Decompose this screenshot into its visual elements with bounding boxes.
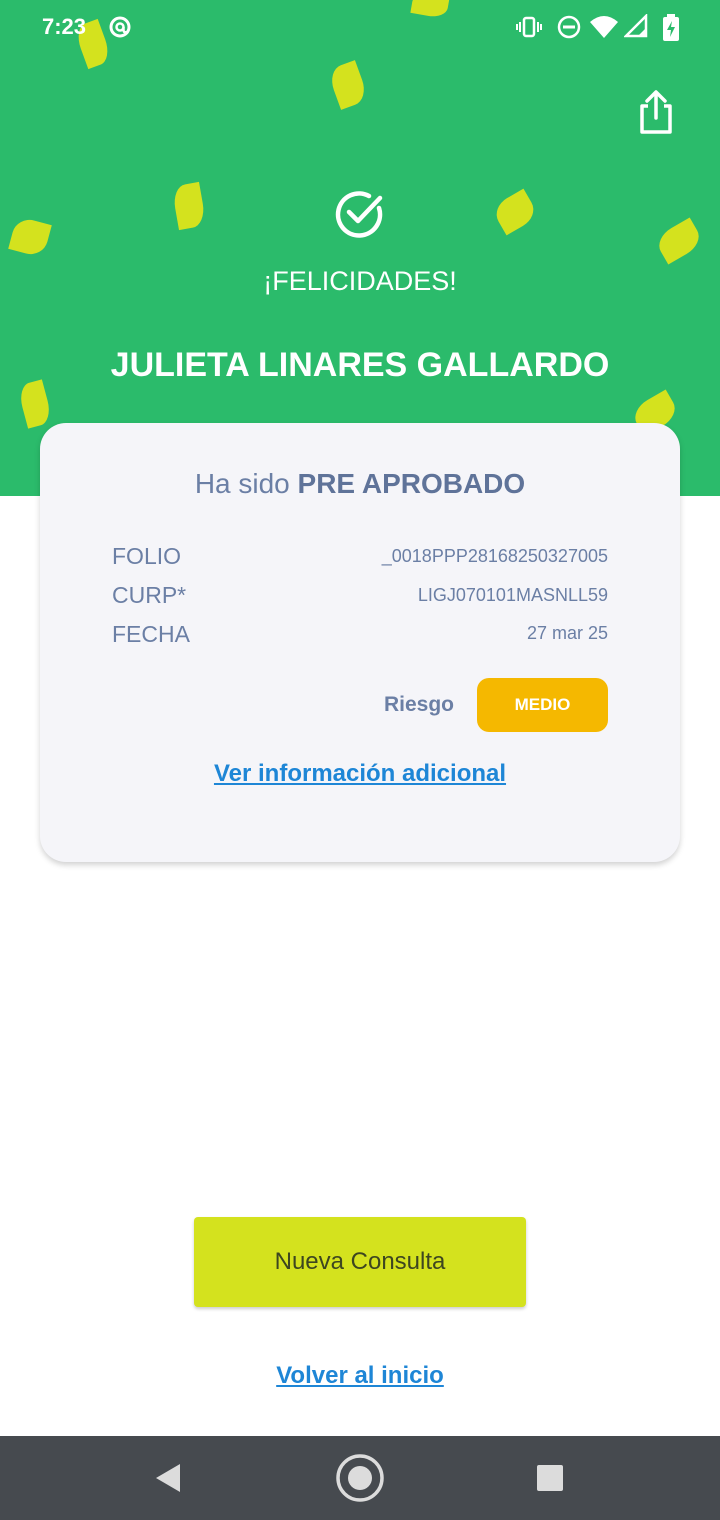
back-icon[interactable] [146, 1456, 190, 1500]
title-prefix: Ha sido [194, 468, 290, 499]
leaf-decoration [653, 217, 705, 265]
risk-label: Riesgo [384, 693, 455, 716]
curp-value: LIGJ070101MASNLL59 [417, 585, 608, 605]
home-icon[interactable] [334, 1452, 386, 1504]
leaf-decoration [8, 215, 52, 259]
battery-charging-icon [663, 14, 679, 41]
status-time: 7:23 [42, 14, 87, 39]
wifi-icon [590, 16, 618, 38]
congrats-heading: ¡FELICIDADES! [263, 266, 457, 296]
status-bar: 7:23 [0, 0, 720, 56]
back-home-link[interactable]: Volver al inicio [276, 1362, 444, 1389]
check-circle-icon [335, 191, 383, 238]
additional-info-link[interactable]: Ver información adicional [214, 760, 506, 787]
vibrate-icon [516, 16, 542, 38]
folio-value: _0018PPP28168250327005 [381, 546, 608, 566]
header-banner: 7:23 ¡FELICIDADES! JULIETA LINARES GALLA… [0, 0, 720, 496]
home-link-wrapper: Volver al inicio [0, 1362, 720, 1390]
new-query-button[interactable]: Nueva Consulta [194, 1217, 526, 1307]
info-link-wrapper: Ver información adicional [40, 760, 680, 788]
signal-icon [624, 14, 648, 38]
system-nav-bar [0, 1436, 720, 1520]
date-label: FECHA [112, 621, 190, 647]
do-not-disturb-icon [557, 15, 581, 39]
risk-badge: MEDIO [477, 678, 608, 732]
card-title: Ha sido PRE APROBADO [40, 468, 680, 500]
applicant-name: JULIETA LINARES GALLARDO [110, 346, 610, 384]
recents-icon[interactable] [528, 1456, 572, 1500]
leaf-decoration [171, 181, 207, 231]
leaf-decoration [490, 188, 540, 236]
folio-label: FOLIO [112, 543, 182, 569]
leaf-decoration [326, 60, 370, 110]
leaf-decoration [16, 379, 54, 429]
at-icon [109, 16, 131, 38]
curp-label: CURP* [112, 582, 187, 608]
date-value: 27 mar 25 [526, 623, 608, 643]
approval-status: PRE APROBADO [297, 468, 526, 499]
share-icon[interactable] [634, 88, 678, 136]
result-card: Ha sido PRE APROBADO FOLIO _0018PPP28168… [40, 423, 680, 862]
